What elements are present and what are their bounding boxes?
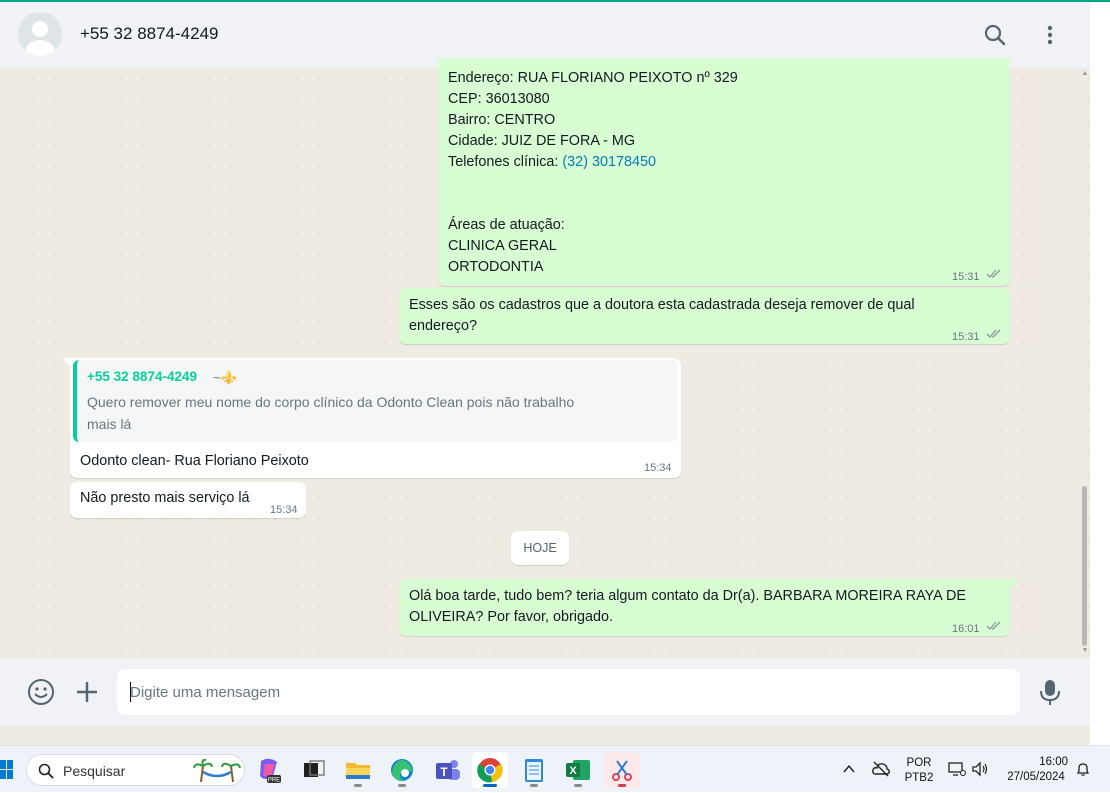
message-time: 15:31 xyxy=(952,271,980,283)
taskbar-excel[interactable]: X xyxy=(560,752,596,788)
running-indicator xyxy=(354,784,362,787)
phone-label: Telefones clínica: xyxy=(448,154,563,170)
keyboard-layout: PTB2 xyxy=(904,772,934,784)
notification-bell-icon[interactable] xyxy=(1075,761,1091,777)
message-line: ORTODONTIA xyxy=(448,259,544,275)
taskbar-task-view[interactable] xyxy=(295,752,331,788)
taskbar-edge[interactable] xyxy=(384,752,420,788)
running-indicator xyxy=(618,784,626,787)
menu-dots-icon[interactable] xyxy=(1035,20,1065,50)
quote-author-subname: ~⚜️ xyxy=(213,370,237,385)
avatar-body-shape xyxy=(25,40,55,56)
day-chip: HOJE xyxy=(511,531,569,565)
quote-text: Quero remover meu nome do corpo clínico … xyxy=(87,394,575,432)
double-check-icon xyxy=(986,329,1001,338)
avatar-head-shape xyxy=(32,21,48,37)
message-text: Não presto mais serviço lá xyxy=(80,490,250,506)
taskbar-notepad[interactable] xyxy=(516,752,552,788)
whatsapp-window: +55 32 8874-4249 Endereço: RUA FLORIANO … xyxy=(0,0,1090,745)
scroll-up-arrow[interactable]: ▲ xyxy=(1081,70,1089,77)
quoted-message[interactable]: +55 32 8874-4249 ~⚜️ Quero remover meu n… xyxy=(73,360,677,442)
message-time: 15:31 xyxy=(952,331,980,343)
running-indicator xyxy=(398,784,406,787)
double-check-icon xyxy=(986,269,1001,278)
message-time: 16:01 xyxy=(952,623,980,635)
message-bubble-incoming[interactable]: Não presto mais serviço lá 15:34 xyxy=(70,482,306,518)
window-edge xyxy=(1090,0,1110,745)
taskbar-file-explorer[interactable] xyxy=(340,752,376,788)
chevron-up-icon[interactable] xyxy=(842,762,856,776)
hammock-palm-icon xyxy=(193,758,241,783)
clock-time: 16:00 xyxy=(1039,756,1068,768)
avatar[interactable] xyxy=(18,12,62,56)
input-language[interactable]: POR PTB2 xyxy=(900,756,938,786)
scrollbar-thumb[interactable] xyxy=(1082,486,1087,646)
message-line: Cidade: JUIZ DE FORA - MG xyxy=(448,133,636,149)
taskbar-search[interactable]: Pesquisar xyxy=(26,754,245,786)
attach-plus-icon[interactable] xyxy=(73,678,101,706)
taskbar-copilot[interactable]: PRE xyxy=(251,752,287,788)
taskbar-teams[interactable]: T xyxy=(429,752,465,788)
svg-text:T: T xyxy=(440,765,448,779)
message-text: Endereço: RUA FLORIANO PEIXOTO nº 329 CE… xyxy=(448,68,738,278)
clock[interactable]: 16:00 27/05/2024 xyxy=(1000,755,1072,785)
cloud-offline-icon[interactable] xyxy=(871,760,891,778)
message-bubble-outgoing[interactable]: Olá boa tarde, tudo bem? teria algum con… xyxy=(399,579,1010,636)
message-line: Endereço: RUA FLORIANO PEIXOTO nº 329 xyxy=(448,70,738,86)
emoji-icon[interactable] xyxy=(26,677,56,707)
language-code: POR xyxy=(906,757,932,769)
message-text: Odonto clean- Rua Floriano Peixoto xyxy=(80,453,309,469)
search-label: Pesquisar xyxy=(63,763,126,779)
composer-bar xyxy=(0,658,1090,726)
search-icon[interactable] xyxy=(980,20,1010,50)
windows-taskbar: Pesquisar PRE T X POR PTB2 16:00 27/05/2… xyxy=(0,745,1110,792)
message-bubble-outgoing[interactable]: Esses são os cadastros que a doutora est… xyxy=(399,288,1010,344)
svg-text:PRE: PRE xyxy=(268,778,280,784)
clock-date: 27/05/2024 xyxy=(1007,771,1065,783)
double-check-icon xyxy=(986,621,1001,630)
active-indicator xyxy=(483,784,497,787)
contact-name[interactable]: +55 32 8874-4249 xyxy=(80,24,219,44)
text-caret xyxy=(130,682,131,702)
scroll-down-arrow[interactable]: ▼ xyxy=(1081,647,1089,654)
message-text: Esses são os cadastros que a doutora est… xyxy=(409,297,915,334)
taskbar-snipping-tool[interactable] xyxy=(604,752,640,788)
windows-start-icon[interactable] xyxy=(0,760,14,780)
message-text: Olá boa tarde, tudo bem? teria algum con… xyxy=(409,588,966,625)
message-line: Telefones clínica: (32) 30178450 xyxy=(448,152,738,173)
message-bubble-outgoing[interactable]: Endereço: RUA FLORIANO PEIXOTO nº 329 CE… xyxy=(438,58,1010,286)
network-icon[interactable] xyxy=(948,760,966,778)
message-line: CEP: 36013080 xyxy=(448,91,550,107)
message-line: Áreas de atuação: xyxy=(448,217,565,233)
message-time: 15:34 xyxy=(270,504,298,516)
message-input-box[interactable] xyxy=(117,669,1020,715)
svg-text:X: X xyxy=(569,765,577,777)
phone-link[interactable]: (32) 30178450 xyxy=(562,154,656,170)
microphone-icon[interactable] xyxy=(1036,677,1064,707)
running-indicator xyxy=(574,784,582,787)
search-icon xyxy=(38,763,54,779)
message-line: CLINICA GERAL xyxy=(448,238,557,254)
quote-author: +55 32 8874-4249 xyxy=(87,369,197,384)
message-line: Bairro: CENTRO xyxy=(448,112,556,128)
blank-space xyxy=(448,173,738,215)
taskbar-chrome[interactable] xyxy=(472,752,508,788)
message-input[interactable] xyxy=(130,669,1010,715)
message-time: 15:34 xyxy=(644,462,672,474)
volume-icon[interactable] xyxy=(971,761,989,777)
running-indicator xyxy=(530,784,538,787)
